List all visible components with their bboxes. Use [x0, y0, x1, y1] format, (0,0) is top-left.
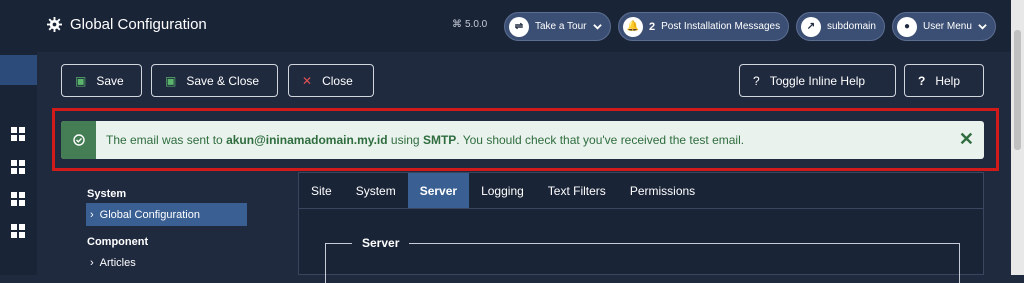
dashboard-grid-icon[interactable]	[11, 127, 25, 141]
alert-message: The email was sent to akun@ininamadomain…	[106, 133, 745, 147]
save-icon: ▣	[165, 73, 177, 88]
view-site-button[interactable]: ↗ subdomain	[796, 12, 885, 41]
tab-logging[interactable]: Logging	[469, 173, 536, 208]
server-fieldset: Server	[325, 236, 960, 283]
success-alert: The email was sent to akun@ininamadomain…	[61, 121, 984, 159]
bell-icon: 🔔	[623, 16, 643, 37]
nav-heading-component: Component	[87, 236, 149, 248]
save-icon: ▣	[75, 73, 87, 88]
close-button[interactable]: ✕ Close	[288, 64, 374, 97]
tab-permissions[interactable]: Permissions	[618, 173, 707, 208]
dashboard-grid-icon[interactable]	[11, 224, 25, 238]
chevron-down-icon	[592, 24, 602, 30]
dashboard-grid-icon[interactable]	[11, 160, 25, 174]
gear-icon	[47, 17, 62, 32]
nav-item-global-configuration[interactable]: › Global Configuration	[86, 203, 247, 226]
tab-system[interactable]: System	[344, 173, 408, 208]
sidebar-active-item[interactable]	[0, 55, 37, 85]
toggle-inline-help-button[interactable]: ? Toggle Inline Help	[739, 64, 896, 97]
check-circle-icon	[72, 134, 85, 146]
nav-heading-system: System	[87, 188, 127, 200]
admin-sidebar	[0, 0, 37, 275]
user-icon: ●	[897, 16, 917, 37]
help-button[interactable]: ? Help	[904, 64, 984, 97]
tab-divider	[299, 208, 983, 209]
config-panel: Site System Server Logging Text Filters …	[298, 172, 984, 283]
save-button[interactable]: ▣ Save	[61, 64, 142, 97]
dismiss-alert-button[interactable]: ✕	[959, 130, 974, 148]
external-link-icon: ↗	[801, 16, 821, 37]
highlight-box: The email was sent to akun@ininamadomain…	[52, 108, 999, 171]
version-label: ⌘ 5.0.0	[452, 19, 488, 30]
fieldset-legend: Server	[352, 236, 410, 250]
question-circle-icon: ?	[753, 73, 760, 88]
take-tour-button[interactable]: ⇌ Take a Tour	[504, 12, 611, 41]
chevron-down-icon	[978, 24, 987, 30]
dashboard-grid-icon[interactable]	[11, 192, 25, 206]
scrollbar-thumb[interactable]	[1014, 30, 1021, 150]
chevron-right-icon: ›	[90, 256, 94, 269]
signpost-icon: ⇌	[509, 16, 529, 37]
nav-item-articles[interactable]: › Articles	[86, 251, 247, 274]
tab-server[interactable]: Server	[407, 173, 470, 208]
page-title: Global Configuration	[47, 16, 207, 33]
tab-site[interactable]: Site	[299, 173, 344, 208]
page-title-text: Global Configuration	[70, 16, 207, 33]
toolbar: ▣ Save ▣ Save & Close ✕ Close ? Toggle I…	[37, 52, 1011, 108]
close-icon: ✕	[302, 73, 313, 88]
post-install-messages-button[interactable]: 🔔 2 Post Installation Messages	[618, 12, 790, 41]
tab-bar: Site System Server Logging Text Filters …	[299, 173, 707, 208]
question-icon: ?	[918, 73, 926, 88]
user-menu-button[interactable]: ● User Menu	[892, 12, 996, 41]
joomla-logo-icon: ⌘	[452, 19, 462, 30]
top-header: Global Configuration ⌘ 5.0.0 ⇌ Take a To…	[37, 0, 1024, 52]
page-scrollbar[interactable]	[1011, 0, 1024, 275]
tab-text-filters[interactable]: Text Filters	[536, 173, 618, 208]
chevron-right-icon: ›	[90, 208, 94, 221]
save-close-button[interactable]: ▣ Save & Close	[151, 64, 278, 97]
alert-icon-area	[61, 121, 96, 159]
